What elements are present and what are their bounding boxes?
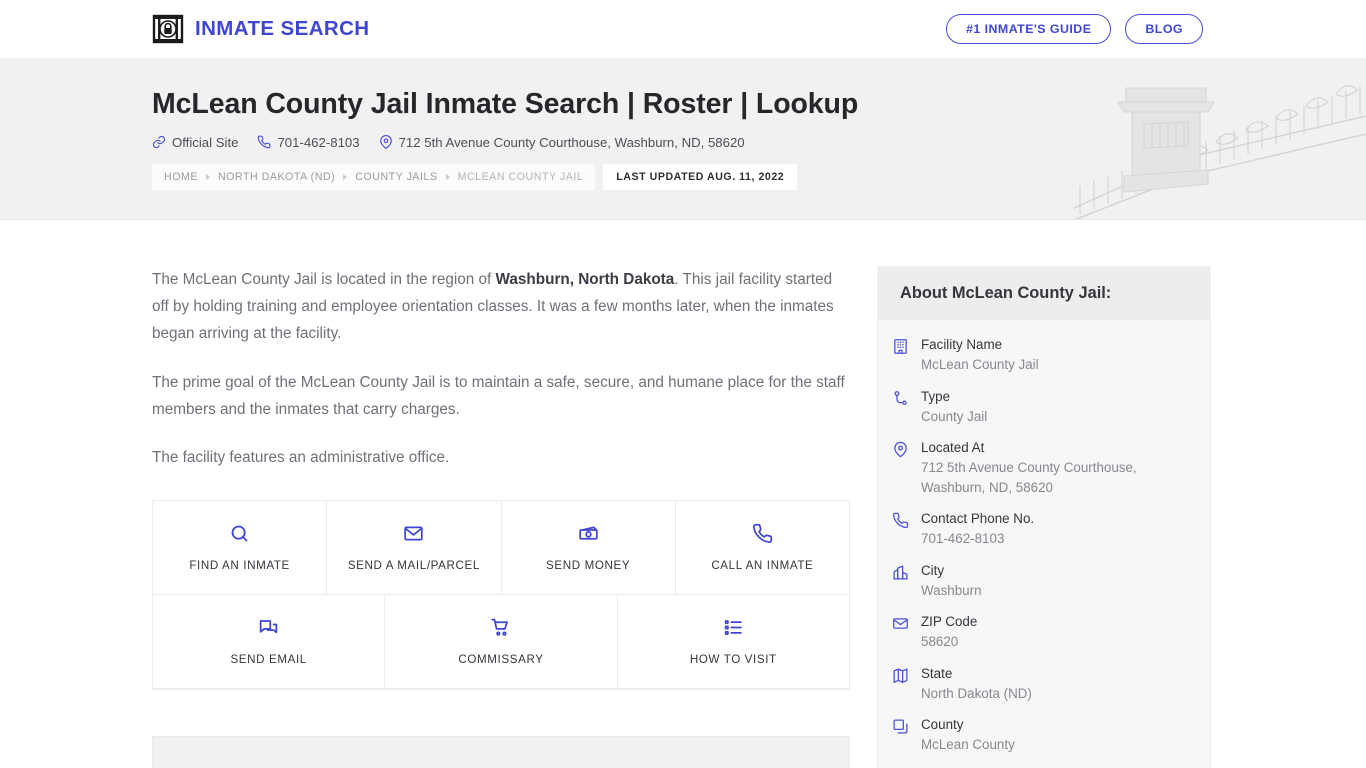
fact-label: ZIP Code (921, 614, 978, 630)
fact-value: McLean County (921, 737, 1015, 753)
breadcrumb-current: MCLEAN COUNTY JAIL (457, 170, 584, 183)
envelope-icon (403, 523, 424, 545)
phone-icon (752, 523, 773, 545)
official-site-label: Official Site (172, 134, 239, 150)
tile-how-to-visit[interactable]: HOW TO VISIT (617, 595, 849, 690)
hero-meta: Official Site 701-462-8103 712 5th Avenu… (152, 135, 1366, 150)
fact-zip-code: ZIP Code 58620 (892, 613, 1188, 652)
tile-label: HOW TO VISIT (689, 653, 777, 667)
fact-label: City (921, 562, 945, 578)
building-icon (892, 336, 910, 360)
chevron-right-icon (343, 173, 348, 180)
list-icon (723, 617, 744, 639)
fact-type: Type County Jail (892, 388, 1188, 427)
breadcrumb-county-jails[interactable]: COUNTY JAILS (355, 171, 437, 183)
brand-name: INMATE SEARCH (195, 17, 370, 40)
goal-paragraph: The prime goal of the McLean County Jail… (152, 373, 845, 418)
shopping-cart-icon (490, 617, 511, 639)
fact-value: 712 5th Avenue County Courthouse, Washbu… (921, 460, 1137, 495)
node-type-icon (892, 388, 910, 412)
tile-send-email[interactable]: SEND EMAIL (153, 595, 386, 690)
fact-facility-name: Facility Name McLean County Jail (892, 336, 1188, 375)
tile-send-a-mail-parcel[interactable]: SEND A MAIL/PARCEL (327, 501, 502, 596)
breadcrumb: HOME NORTH DAKOTA (ND) COUNTY JAILS MCLE… (152, 163, 798, 190)
search-icon (229, 523, 250, 545)
quick-actions-grid: FIND AN INMATE SEND A MAIL/PARCEL SEND M… (152, 500, 850, 691)
sidebar-column: About McLean County Jail: Facility Name … (877, 220, 1211, 768)
fact-label: County (921, 717, 964, 733)
address-meta: 712 5th Avenue County Courthouse, Washbu… (379, 135, 745, 150)
fact-value: 701-462-8103 (921, 531, 1005, 547)
next-section-panel (152, 736, 850, 768)
fact-value: Washburn (921, 582, 982, 598)
tile-call-an-inmate[interactable]: CALL AN INMATE (675, 501, 849, 596)
about-facility-panel: About McLean County Jail: Facility Name … (877, 266, 1211, 768)
features-paragraph: The facility features an administrative … (152, 449, 450, 467)
fact-contact-phone: Contact Phone No. 701-462-8103 (892, 510, 1188, 549)
tile-commissary[interactable]: COMMISSARY (385, 595, 618, 690)
blog-button[interactable]: BLOG (1125, 13, 1203, 45)
money-icon (578, 523, 599, 545)
map-pin-icon (892, 439, 910, 463)
tile-label: SEND MONEY (546, 559, 631, 573)
fact-label: State (921, 665, 953, 681)
fact-label: Located At (921, 440, 985, 456)
fact-value: 58620 (921, 634, 959, 650)
fact-state: State North Dakota (ND) (892, 665, 1188, 704)
fact-located-at: Located At 712 5th Avenue County Courtho… (892, 439, 1188, 497)
envelope-icon (892, 613, 910, 637)
page-content: The McLean County Jail is located in the… (0, 220, 1366, 768)
chevron-right-icon (205, 173, 210, 180)
tile-label: SEND EMAIL (230, 653, 307, 667)
header-actions: #1 INMATE'S GUIDE BLOG (946, 13, 1203, 45)
jail-lock-logo-icon (152, 13, 184, 45)
tile-label: SEND A MAIL/PARCEL (347, 559, 480, 573)
map-pin-icon (379, 135, 392, 150)
official-site-meta[interactable]: Official Site (152, 135, 238, 150)
tile-label: FIND AN INMATE (189, 559, 290, 573)
fact-value: County Jail (921, 408, 988, 424)
tile-find-an-inmate[interactable]: FIND AN INMATE (153, 501, 328, 596)
site-header: INMATE SEARCH #1 INMATE'S GUIDE BLOG (0, 0, 1366, 58)
quick-actions-row-2: SEND EMAIL COMMISSARY HOW TO VISIT (153, 595, 849, 690)
about-panel-body: Facility Name McLean County Jail Type Co… (878, 320, 1210, 768)
phone-icon (258, 135, 271, 149)
phone-number: 701-462-8103 (277, 134, 360, 150)
about-panel-title: About McLean County Jail: (878, 267, 1210, 320)
hero-banner: McLean County Jail Inmate Search | Roste… (0, 58, 1366, 220)
last-updated-badge: LAST UPDATED AUG. 11, 2022 (603, 163, 798, 190)
copy-icon (892, 716, 910, 740)
link-icon (152, 136, 166, 149)
brand-logo-link[interactable]: INMATE SEARCH (152, 13, 370, 45)
chat-icon (258, 617, 279, 639)
address-text: 712 5th Avenue County Courthouse, Washbu… (398, 134, 745, 150)
main-column: The McLean County Jail is located in the… (152, 220, 850, 768)
breadcrumb-home[interactable]: HOME (164, 171, 198, 183)
fact-city: City Washburn (892, 562, 1188, 601)
page-title: McLean County Jail Inmate Search | Roste… (152, 88, 859, 120)
intro-paragraph: The McLean County Jail is located in the… (152, 271, 834, 343)
fact-county: County McLean County (892, 716, 1188, 755)
breadcrumb-state[interactable]: NORTH DAKOTA (ND) (218, 171, 335, 183)
fact-label: Type (921, 388, 951, 404)
tile-label: COMMISSARY (458, 653, 544, 667)
tile-label: CALL AN INMATE (711, 559, 814, 573)
fact-label: Facility Name (921, 337, 1003, 352)
inmates-guide-button[interactable]: #1 INMATE'S GUIDE (946, 13, 1112, 45)
phone-meta[interactable]: 701-462-8103 (257, 134, 360, 150)
tile-send-money[interactable]: SEND MONEY (501, 501, 676, 596)
map-icon (892, 665, 910, 689)
phone-icon (892, 510, 910, 534)
city-icon (892, 562, 910, 586)
fact-label: Contact Phone No. (921, 511, 1035, 527)
chevron-right-icon (445, 173, 450, 180)
fact-value: McLean County Jail (921, 357, 1039, 373)
fact-value: North Dakota (ND) (921, 685, 1032, 701)
